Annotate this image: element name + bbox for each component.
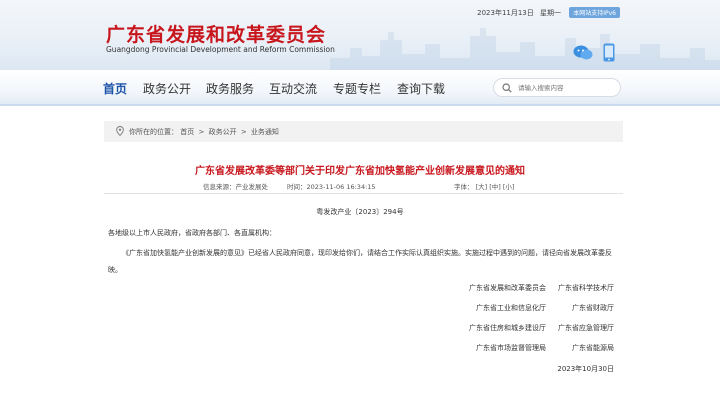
breadcrumb-prefix: 你所在的位置： (129, 128, 178, 136)
signatory: 广东省财政厅 (572, 304, 614, 312)
document-date: 2023年10月30日 (557, 365, 614, 373)
breadcrumb: 你所在的位置： 首页 > 政务公开 > 业务通知 (104, 121, 623, 142)
nav-item-gov-affairs-open[interactable]: 政务公开 (143, 80, 191, 97)
signatory: 广东省能源局 (572, 344, 614, 352)
nav-item-interaction[interactable]: 互动交流 (269, 80, 317, 97)
breadcrumb-item-home[interactable]: 首页 (180, 128, 194, 136)
mobile-icon[interactable] (603, 43, 615, 62)
header-skyline (330, 28, 720, 70)
font-size-small-button[interactable]: [小] (503, 183, 515, 191)
title-divider (104, 193, 623, 194)
search-box (493, 78, 621, 97)
signatory: 广东省工业和信息化厅 (476, 304, 546, 312)
location-pin-icon (116, 126, 124, 136)
nav-item-special-topics[interactable]: 专题专栏 (333, 80, 381, 97)
breadcrumb-item-business-notice[interactable]: 业务通知 (251, 128, 279, 136)
breadcrumb-trail: 你所在的位置： 首页 > 政务公开 > 业务通知 (129, 127, 279, 137)
breadcrumb-item-gov-affairs-open[interactable]: 政务公开 (209, 128, 237, 136)
current-weekday: 星期一 (540, 9, 561, 17)
search-icon[interactable] (502, 83, 512, 93)
page: 2023年11月13日 星期一 本网站支持IPv6 广东省发展和改革委员会 Gu… (0, 0, 720, 417)
wechat-icon[interactable] (573, 45, 593, 60)
signatory: 广东省应急管理厅 (558, 324, 614, 332)
signatory: 广东省发展和改革委员会 (469, 284, 546, 292)
document-salutation: 各地级以上市人民政府，省政府各部门、各直属机构： (108, 229, 276, 237)
site-logo-title[interactable]: 广东省发展和改革委员会 (106, 20, 326, 47)
site-logo-subtitle: Guangdong Provincial Development and Ref… (106, 45, 335, 54)
nav-item-gov-services[interactable]: 政务服务 (206, 80, 254, 97)
breadcrumb-separator: > (198, 128, 205, 136)
article-time: 时间：2023-11-06 16:34:15 (287, 183, 376, 191)
nav-item-query-download[interactable]: 查询下载 (397, 80, 445, 97)
signatory: 广东省市场监督管理局 (476, 344, 546, 352)
article-title: 广东省发展改革委等部门关于印发广东省加快氢能产业创新发展意见的通知 (195, 166, 525, 177)
font-size-large-button[interactable]: [大] (476, 183, 488, 191)
breadcrumb-separator: > (240, 128, 247, 136)
font-size-label: 字体： (454, 183, 474, 191)
article-source: 信息来源：产业发展处 (203, 183, 268, 191)
document-body: 《广东省加快氢能产业创新发展的意见》已经省人民政府同意，现印发给你们，请结合工作… (108, 249, 612, 274)
site-header: 2023年11月13日 星期一 本网站支持IPv6 广东省发展和改革委员会 Gu… (0, 0, 720, 70)
font-size-medium-button[interactable]: [中] (489, 183, 501, 191)
signatory: 广东省科学技术厅 (558, 284, 614, 292)
ipv6-badge: 本网站支持IPv6 (569, 7, 620, 18)
document-number: 粤发改产业〔2023〕294号 (316, 208, 404, 216)
signatory: 广东省住房和城乡建设厅 (469, 324, 546, 332)
nav-item-home[interactable]: 首页 (103, 80, 127, 97)
current-date: 2023年11月13日 (477, 9, 534, 17)
font-size-control: 字体： [大] [中] [小] (454, 181, 514, 191)
search-input[interactable] (518, 81, 614, 94)
top-info-bar: 2023年11月13日 星期一 本网站支持IPv6 (477, 7, 620, 18)
